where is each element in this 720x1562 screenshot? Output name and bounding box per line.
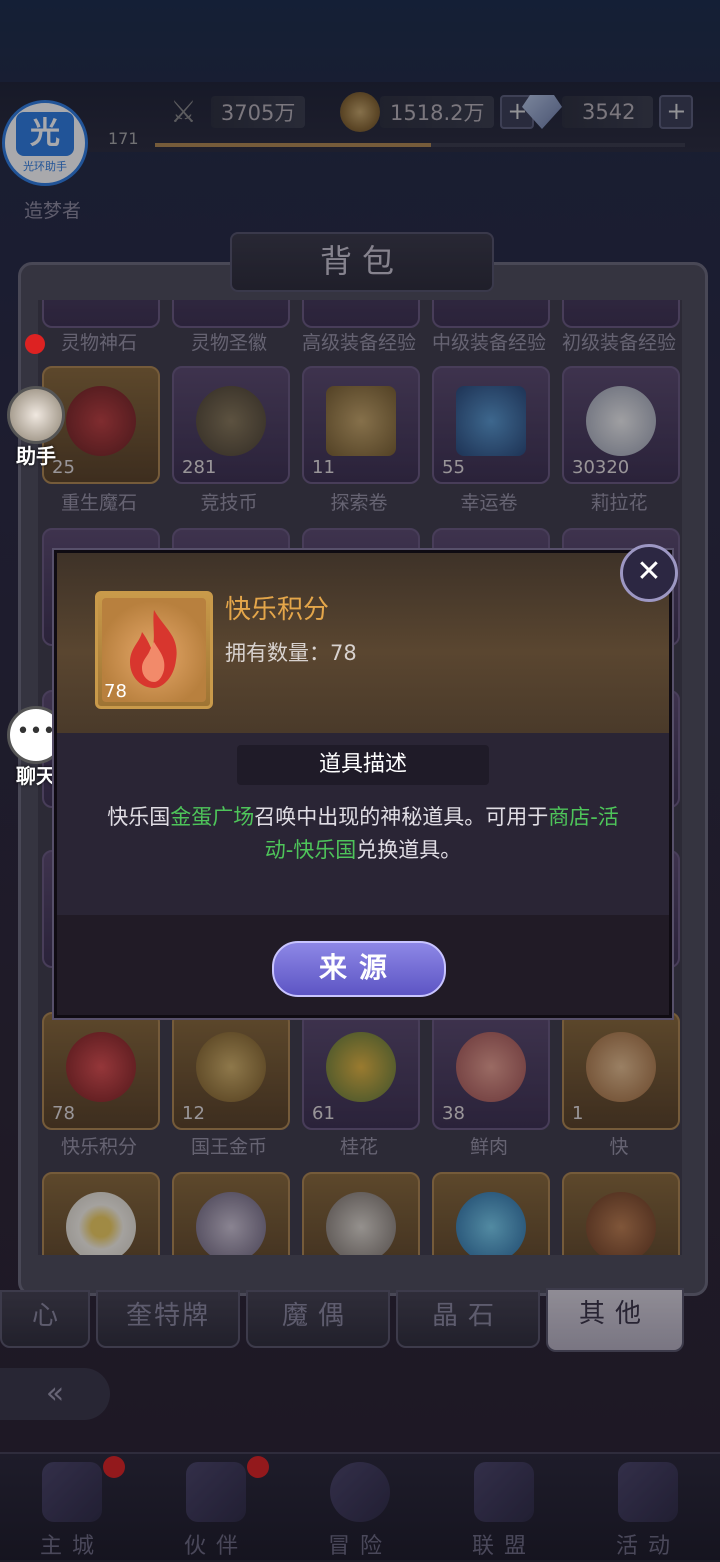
owned-label: 拥有数量： xyxy=(225,641,330,665)
helper-label: 助手 xyxy=(16,444,56,468)
desc-text: 召唤中出现的神秘道具。可用于 xyxy=(254,805,549,829)
desc-text: 快乐国 xyxy=(107,805,171,829)
helper-avatar xyxy=(7,386,65,444)
item-detail-modal: 78 快乐积分 拥有数量：78 道具描述 快乐国金蛋广场召唤中出现的神秘道具。可… xyxy=(54,550,672,1018)
helper-button[interactable]: 助手 xyxy=(6,386,66,469)
item-icon-frame: 78 xyxy=(95,591,213,709)
desc-highlight: 金蛋广场 xyxy=(170,805,255,829)
notification-dot xyxy=(25,334,45,354)
item-description: 快乐国金蛋广场召唤中出现的神秘道具。可用于商店-活动-快乐国兑换道具。 xyxy=(97,801,629,867)
desc-text: 兑换道具。 xyxy=(356,838,462,862)
owned-value: 78 xyxy=(330,641,357,665)
item-frame-count: 78 xyxy=(104,681,127,702)
description-title: 道具描述 xyxy=(237,745,489,785)
item-name: 快乐积分 xyxy=(225,595,330,625)
item-owned-count: 拥有数量：78 xyxy=(225,637,357,667)
source-button[interactable]: 来源 xyxy=(272,941,446,997)
close-icon[interactable]: ✕ xyxy=(620,544,678,602)
